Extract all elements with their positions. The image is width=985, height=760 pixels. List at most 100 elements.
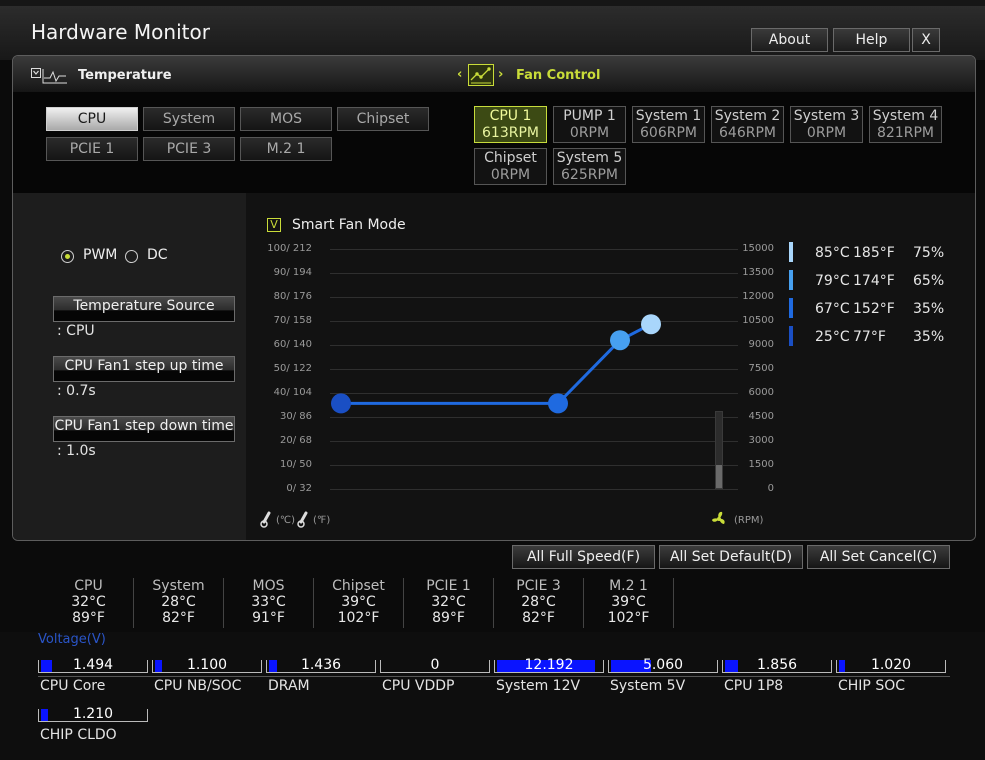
point-temp-f: 77°F [853, 329, 886, 345]
temp-name: Chipset [332, 578, 385, 594]
help-button[interactable]: Help [833, 28, 910, 52]
temp-c: 32°C [71, 594, 106, 610]
curve-point-2[interactable] [548, 393, 568, 414]
fan-settings-pane: PWM DC Temperature Source : CPU CPU Fan1… [13, 193, 246, 540]
temp-readout-cpu: CPU 32°C 89°F [44, 578, 134, 628]
temp-name: PCIE 1 [426, 578, 471, 594]
voltage-header: Voltage(V) [38, 632, 106, 647]
temp-f: 82°F [522, 610, 555, 626]
point-temp-f: 152°F [853, 301, 895, 317]
fan-button-system1[interactable]: System 1 606RPM [632, 106, 705, 143]
step-up-time-button[interactable]: CPU Fan1 step up time [53, 356, 235, 382]
curve-point-3[interactable] [610, 330, 630, 351]
close-button[interactable]: X [912, 28, 940, 52]
celsius-unit-label: (℃) [276, 515, 296, 526]
sensor-button-cpu[interactable]: CPU [46, 107, 138, 131]
temp-f: 89°F [432, 610, 465, 626]
voltage-value: 0 [430, 657, 440, 673]
fan-button-cpu1[interactable]: CPU 1 613RPM [474, 106, 547, 143]
fan-name: Chipset [484, 150, 537, 166]
curve-point-1[interactable] [331, 393, 351, 414]
point-temp-c: 85°C [815, 245, 850, 261]
fan-rpm: 0RPM [806, 125, 847, 141]
fan-curve-line [341, 322, 652, 405]
main-panel: Temperature ‹ › Fan Control CPU System M… [12, 55, 976, 541]
point-temp-c: 79°C [815, 273, 850, 289]
temperature-tab[interactable]: Temperature [78, 68, 172, 83]
sensor-button-system[interactable]: System [143, 107, 235, 131]
voltage-panel [0, 632, 985, 760]
temp-name: PCIE 3 [516, 578, 561, 594]
voltage-name: System 12V [496, 678, 581, 694]
temp-f: 82°F [162, 610, 195, 626]
pwm-label: PWM [83, 247, 118, 263]
thermometer-icon [297, 511, 308, 528]
step-up-time-value: : 0.7s [57, 383, 96, 399]
fan-rpm: 606RPM [640, 125, 697, 141]
voltage-value: 1.100 [186, 657, 228, 673]
about-button[interactable]: About [751, 28, 828, 52]
point-color-swatch [789, 242, 793, 262]
fahrenheit-unit-label: (℉) [313, 515, 331, 526]
sensor-button-pcie1[interactable]: PCIE 1 [46, 137, 138, 161]
temp-name: MOS [252, 578, 285, 594]
fan-curve-pane: V Smart Fan Mode 100/ 212 90/ 194 80/ 17… [246, 193, 975, 540]
fan-rpm: 821RPM [877, 125, 934, 141]
fan-name: System 4 [872, 108, 939, 124]
sensor-button-mos[interactable]: MOS [240, 107, 332, 131]
pwm-radio[interactable] [61, 250, 74, 263]
voltage-value: 1.494 [72, 657, 114, 673]
sensor-button-pcie3[interactable]: PCIE 3 [143, 137, 235, 161]
step-down-time-button[interactable]: CPU Fan1 step down time [53, 416, 235, 442]
fan-rpm: 613RPM [482, 125, 539, 141]
fan-name: PUMP 1 [563, 108, 616, 124]
voltage-value: 1.436 [300, 657, 342, 673]
temp-name: System [152, 578, 205, 594]
curve-point-4[interactable] [641, 314, 661, 335]
fan-control-tab[interactable]: Fan Control [516, 68, 600, 83]
point-percent: 65% [913, 273, 945, 289]
temp-c: 33°C [251, 594, 286, 610]
point-temp-c: 67°C [815, 301, 850, 317]
step-down-time-value: : 1.0s [57, 443, 96, 459]
fan-name: System 5 [556, 150, 623, 166]
sensor-button-m2-1[interactable]: M.2 1 [240, 137, 332, 161]
temp-c: 28°C [521, 594, 556, 610]
fan-button-system3[interactable]: System 3 0RPM [790, 106, 863, 143]
dc-radio[interactable] [125, 250, 138, 263]
point-temp-f: 174°F [853, 273, 895, 289]
fan-name: System 2 [714, 108, 781, 124]
temperature-source-value: : CPU [57, 323, 95, 339]
fan-button-chipset[interactable]: Chipset 0RPM [474, 148, 547, 185]
temp-c: 39°C [341, 594, 376, 610]
point-color-swatch [789, 270, 793, 290]
point-color-swatch [789, 298, 793, 318]
point-percent: 75% [913, 245, 945, 261]
voltage-name: CPU VDDP [382, 678, 455, 694]
prev-arrow-icon[interactable]: ‹ [457, 67, 462, 82]
point-color-swatch [789, 326, 793, 346]
fan-name: CPU 1 [489, 108, 532, 124]
voltage-value: 1.210 [72, 706, 114, 722]
all-set-cancel-button[interactable]: All Set Cancel(C) [807, 545, 950, 569]
voltage-name: CPU 1P8 [724, 678, 784, 694]
next-arrow-icon[interactable]: › [498, 67, 503, 82]
temp-c: 28°C [161, 594, 196, 610]
temp-name: M.2 1 [609, 578, 648, 594]
all-set-default-button[interactable]: All Set Default(D) [659, 545, 803, 569]
fan-button-system4[interactable]: System 4 821RPM [869, 106, 942, 143]
temp-readout-chipset: Chipset 39°C 102°F [314, 578, 404, 628]
temperature-source-button[interactable]: Temperature Source [53, 296, 235, 322]
fan-button-system5[interactable]: System 5 625RPM [553, 148, 626, 185]
sensor-button-chipset[interactable]: Chipset [337, 107, 429, 131]
all-full-speed-button[interactable]: All Full Speed(F) [512, 545, 655, 569]
fan-button-system2[interactable]: System 2 646RPM [711, 106, 784, 143]
temp-f: 91°F [252, 610, 285, 626]
temp-name: CPU [74, 578, 103, 594]
temp-c: 39°C [611, 594, 646, 610]
voltage-name: CHIP CLDO [40, 727, 117, 743]
dc-label: DC [147, 247, 168, 263]
fan-button-pump1[interactable]: PUMP 1 0RPM [553, 106, 626, 143]
temp-f: 89°F [72, 610, 105, 626]
fan-rpm: 0RPM [490, 167, 531, 183]
